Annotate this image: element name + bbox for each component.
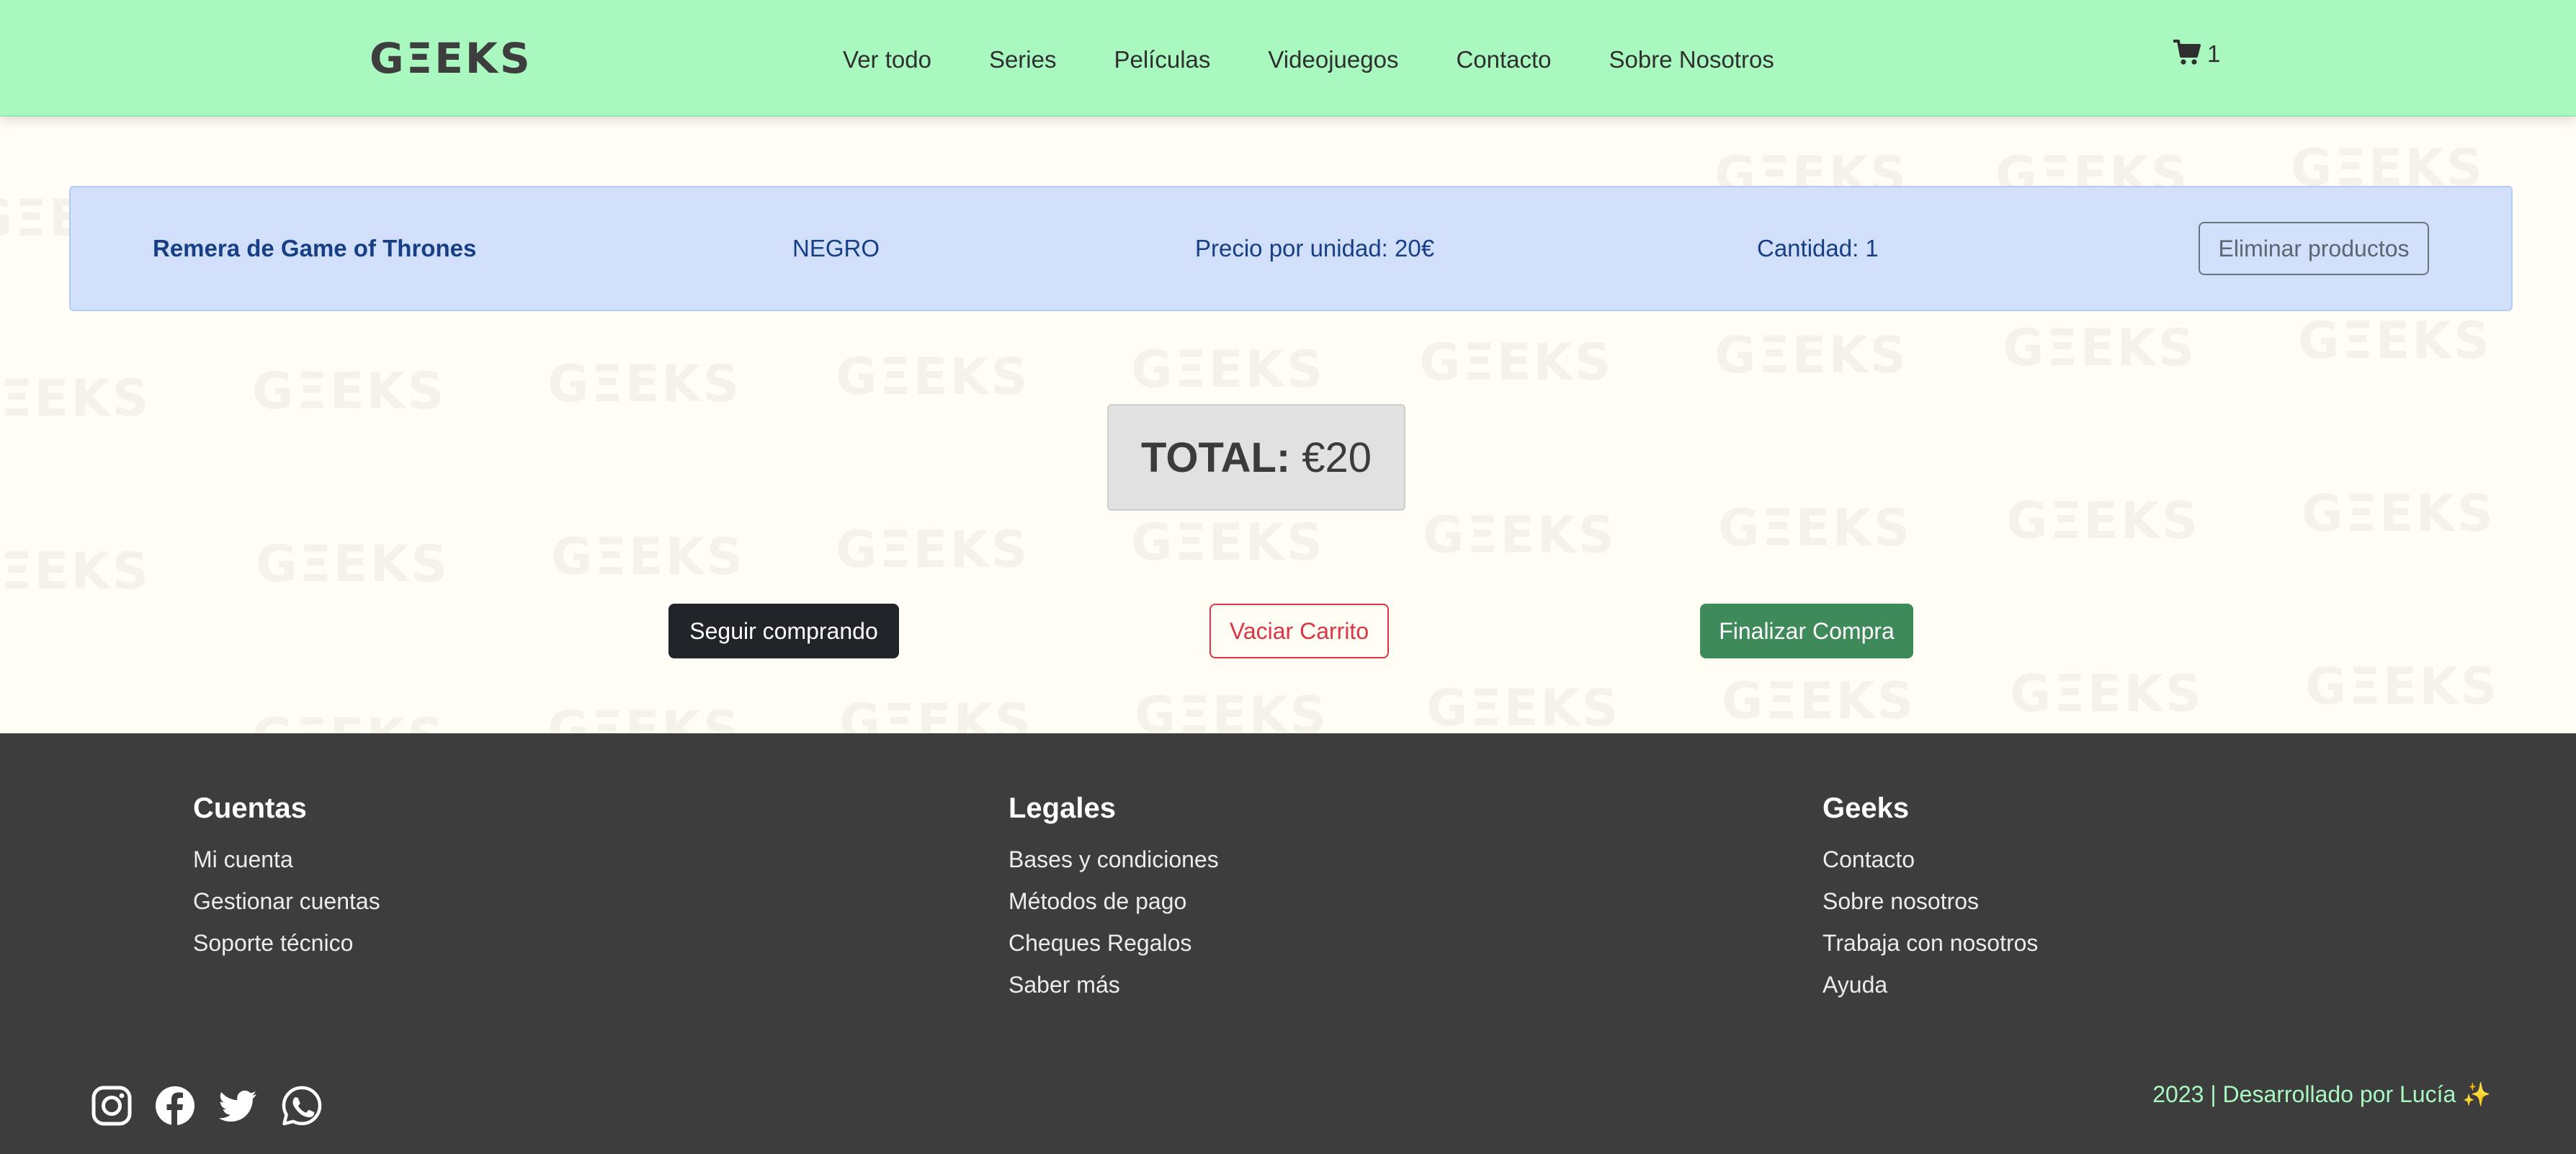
footer-link-contacto[interactable]: Contacto [1823,838,2038,880]
nav-link-ver-todo[interactable]: Ver todo [843,42,931,78]
footer-link-saber-mas[interactable]: Saber más [1009,964,1219,1006]
product-unit-price: Precio por unidad: 20€ [1195,235,1435,261]
instagram-icon[interactable] [91,1085,133,1127]
main-nav: Ver todo Series Películas Videojuegos Co… [843,42,1774,78]
cart-item-row: Remera de Game of Thrones NEGRO Precio p… [69,186,2513,311]
footer-link-bases-condiciones[interactable]: Bases y condiciones [1009,838,1219,880]
product-color: NEGRO [792,235,880,261]
cart-total: TOTAL: €20 [1107,404,1405,511]
footer-link-soporte-tecnico[interactable]: Soporte técnico [193,922,380,964]
nav-link-series[interactable]: Series [989,42,1057,78]
product-quantity: Cantidad: 1 [1757,235,1879,261]
nav-link-peliculas[interactable]: Películas [1114,42,1210,78]
whatsapp-icon[interactable] [281,1085,323,1127]
remove-products-button[interactable]: Eliminar productos [2199,222,2429,275]
footer-link-trabaja-con-nosotros[interactable]: Trabaja con nosotros [1823,922,2038,964]
cart-widget[interactable]: 1 [2173,37,2220,71]
continue-shopping-button[interactable]: Seguir comprando [668,604,899,658]
footer-link-mi-cuenta[interactable]: Mi cuenta [193,838,380,880]
footer-link-cheques-regalos[interactable]: Cheques Regalos [1009,922,1219,964]
product-name: Remera de Game of Thrones [153,235,477,261]
footer-credit: 2023 | Desarrollado por Lucía ✨ [2152,1081,2491,1107]
nav-link-videojuegos[interactable]: Videojuegos [1268,42,1398,78]
footer-heading: Geeks [1823,792,1910,824]
social-links [91,1085,323,1127]
shopping-cart-icon [2173,39,2201,70]
facebook-icon[interactable] [154,1085,196,1127]
navbar: GΞEKS Ver todo Series Películas Videojue… [0,0,2576,117]
checkout-button[interactable]: Finalizar Compra [1700,604,1913,658]
footer-link-sobre-nosotros[interactable]: Sobre nosotros [1823,880,2038,922]
total-value: €20 [1302,434,1372,481]
footer-link-gestionar-cuentas[interactable]: Gestionar cuentas [193,880,380,922]
footer-column-geeks: Geeks Contacto Sobre nosotros Trabaja co… [1823,791,2038,1006]
total-label: TOTAL: [1140,434,1291,481]
nav-link-sobre-nosotros[interactable]: Sobre Nosotros [1609,42,1774,78]
footer-heading: Legales [1009,792,1116,824]
footer: Cuentas Mi cuenta Gestionar cuentas Sopo… [0,733,2576,1154]
nav-link-contacto[interactable]: Contacto [1456,42,1551,78]
twitter-icon[interactable] [218,1085,259,1127]
brand-logo[interactable]: GΞEKS [370,35,532,82]
footer-link-metodos-pago[interactable]: Métodos de pago [1009,880,1219,922]
footer-link-ayuda[interactable]: Ayuda [1823,964,2038,1006]
empty-cart-button[interactable]: Vaciar Carrito [1209,604,1389,658]
footer-column-cuentas: Cuentas Mi cuenta Gestionar cuentas Sopo… [193,791,380,964]
footer-column-legales: Legales Bases y condiciones Métodos de p… [1009,791,1219,1006]
cart-count: 1 [2207,40,2221,67]
footer-heading: Cuentas [193,792,307,824]
